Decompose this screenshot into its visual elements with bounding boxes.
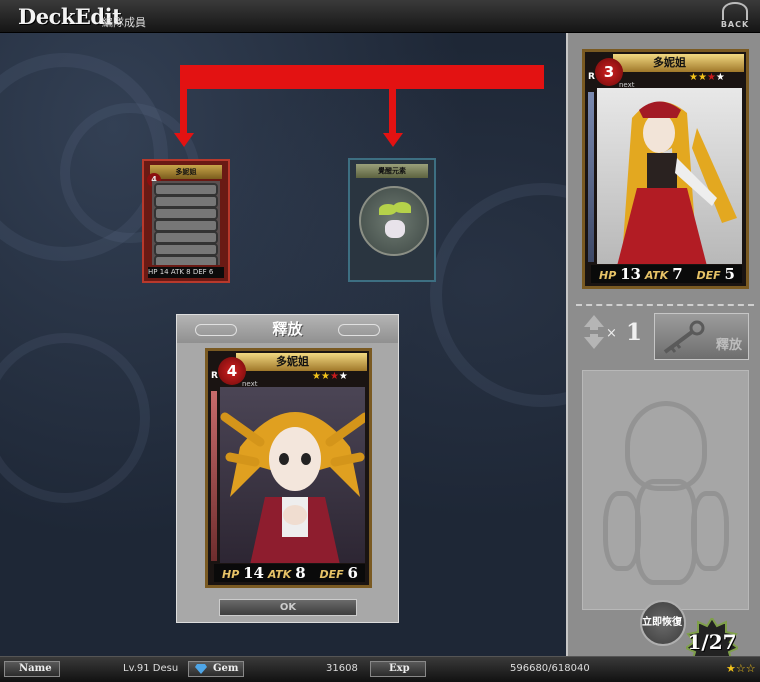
arrow-down-icon bbox=[383, 133, 403, 147]
hp-label: HP bbox=[222, 568, 240, 581]
atk-value: 7 bbox=[672, 265, 683, 283]
arrow-down-icon bbox=[174, 133, 194, 147]
atk-label: ATK bbox=[267, 568, 292, 581]
screen-subtitle: 編隊成員 bbox=[102, 16, 146, 29]
exp-value: 596680/618040 bbox=[510, 663, 590, 674]
rarity-stars: ★★★★ bbox=[312, 371, 348, 382]
link-connector-right bbox=[389, 89, 396, 135]
def-value: 5 bbox=[724, 265, 735, 283]
emblem-icon bbox=[625, 401, 707, 491]
release-button[interactable]: 釋放 bbox=[654, 313, 749, 360]
background-ornament bbox=[0, 333, 150, 503]
count-multiplier: × bbox=[606, 326, 617, 341]
gem-count: 31608 bbox=[326, 663, 358, 674]
release-button-label: 釋放 bbox=[715, 338, 742, 353]
card-name: 多妮姐 bbox=[613, 54, 744, 72]
deck-slot-card[interactable]: 覺醒元素 bbox=[348, 158, 436, 282]
link-connector-left bbox=[180, 89, 187, 135]
release-card: 多妮姐 4 R ★★★★ next HP 14 ATK 8 DEF 6 bbox=[205, 348, 372, 588]
character-portrait bbox=[220, 387, 365, 563]
player-level: Lv.91 Desu bbox=[123, 663, 179, 674]
ok-button[interactable]: OK bbox=[219, 599, 357, 616]
ornament-icon bbox=[195, 324, 237, 336]
card-art bbox=[152, 181, 220, 265]
card-name: 多妮姐 bbox=[150, 165, 222, 179]
atk-value: 8 bbox=[295, 564, 306, 582]
character-portrait bbox=[597, 88, 742, 264]
deck-count: 1/27 bbox=[687, 630, 737, 654]
card-stats: HP 14 ATK 8 DEF 6 bbox=[214, 564, 365, 582]
back-icon bbox=[722, 2, 748, 20]
def-label: DEF bbox=[319, 568, 344, 581]
ornament-icon bbox=[338, 324, 380, 336]
top-bar: DeckEdit 編隊成員 BACK bbox=[0, 0, 760, 33]
deck-slot-card[interactable]: 多妮姐 4 HP 14 ATK 8 DEF 6 bbox=[142, 159, 230, 283]
card-stats: HP 13 ATK 7 DEF 5 bbox=[591, 265, 742, 283]
card-stats: HP 14 ATK 8 DEF 6 bbox=[148, 267, 224, 278]
hp-value: 14 bbox=[243, 564, 264, 582]
card-name: 多妮姐 bbox=[236, 353, 367, 371]
exp-gauge bbox=[588, 92, 594, 262]
instant-restore-label: 立即恢復 bbox=[642, 617, 682, 628]
card-rarity: R bbox=[211, 371, 218, 381]
release-panel-header: 釋放 bbox=[177, 315, 398, 343]
status-bar: Name Lv.91 Desu Gem 31608 Exp 596680/618… bbox=[0, 656, 760, 682]
back-label: BACK bbox=[720, 20, 750, 29]
def-value: 6 bbox=[347, 564, 358, 582]
instant-restore-button[interactable]: 立即恢復 bbox=[640, 600, 686, 646]
back-button[interactable]: BACK bbox=[716, 2, 754, 30]
chain-lock-icon bbox=[154, 255, 218, 265]
release-panel-title: 釋放 bbox=[272, 320, 303, 338]
background-ornament bbox=[430, 183, 566, 407]
emblem-panel bbox=[582, 370, 749, 610]
hp-value: 13 bbox=[620, 265, 641, 283]
key-icon bbox=[663, 320, 705, 354]
card-rarity: R bbox=[588, 72, 595, 82]
release-panel: 釋放 多妮姐 4 R ★★★★ next HP 14 ATK 8 DEF 6 O… bbox=[176, 314, 399, 623]
stars-icon: ★☆☆ bbox=[726, 662, 756, 675]
divider bbox=[576, 304, 754, 306]
card-count: 1 bbox=[626, 319, 643, 346]
sprout-icon bbox=[359, 186, 429, 256]
link-connector bbox=[180, 65, 544, 89]
up-down-arrows-icon bbox=[584, 315, 604, 349]
atk-label: ATK bbox=[644, 269, 669, 282]
gem-label: Gem bbox=[188, 661, 244, 677]
gem-icon bbox=[195, 664, 207, 674]
right-panel: 多妮姐 3 R ★★★★ next HP 13 ATK 7 DEF 5 × 1 … bbox=[566, 33, 760, 670]
hp-label: HP bbox=[599, 269, 617, 282]
def-label: DEF bbox=[696, 269, 721, 282]
name-label: Name bbox=[4, 661, 60, 677]
exp-gauge bbox=[211, 391, 217, 561]
card-name: 覺醒元素 bbox=[356, 164, 428, 178]
selected-card[interactable]: 多妮姐 3 R ★★★★ next HP 13 ATK 7 DEF 5 bbox=[582, 49, 749, 289]
rarity-stars: ★★★★ bbox=[689, 72, 725, 83]
exp-label: Exp bbox=[370, 661, 426, 677]
